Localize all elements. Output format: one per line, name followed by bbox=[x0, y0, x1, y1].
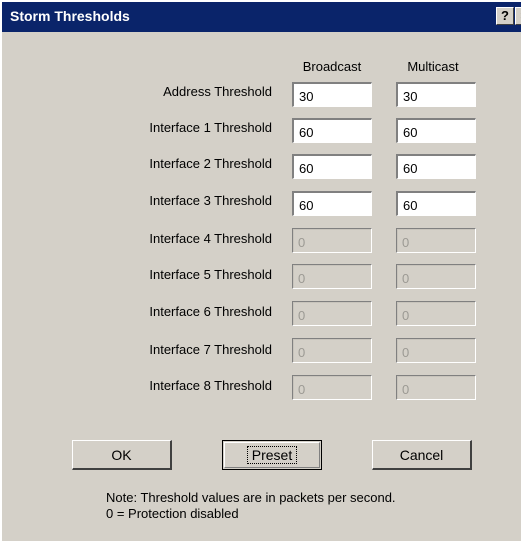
interface-4-threshold-label: Interface 4 Threshold bbox=[149, 231, 272, 246]
address-broadcast-input[interactable] bbox=[292, 82, 372, 107]
window-title: Storm Thresholds bbox=[10, 8, 130, 24]
address-multicast-input[interactable] bbox=[396, 82, 476, 107]
interface-4-multicast-input bbox=[396, 228, 476, 253]
preset-button-face: Preset bbox=[224, 442, 320, 468]
question-mark-icon: ? bbox=[501, 8, 509, 23]
interface-6-threshold-label: Interface 6 Threshold bbox=[149, 304, 272, 319]
ok-button[interactable]: OK bbox=[72, 440, 172, 470]
interface-6-broadcast-input bbox=[292, 301, 372, 326]
address-threshold-label: Address Threshold bbox=[163, 84, 272, 99]
interface-2-threshold-label: Interface 2 Threshold bbox=[149, 156, 272, 171]
interface-4-broadcast-input bbox=[292, 228, 372, 253]
interface-1-multicast-input[interactable] bbox=[396, 118, 476, 143]
interface-5-threshold-label: Interface 5 Threshold bbox=[149, 267, 272, 282]
title-bar[interactable]: Storm Thresholds ? × bbox=[2, 2, 521, 32]
interface-3-broadcast-input[interactable] bbox=[292, 191, 372, 216]
interface-3-threshold-label: Interface 3 Threshold bbox=[149, 193, 272, 208]
interface-7-multicast-input bbox=[396, 338, 476, 363]
interface-5-multicast-input bbox=[396, 264, 476, 289]
interface-3-multicast-input[interactable] bbox=[396, 191, 476, 216]
note-line-1: Note: Threshold values are in packets pe… bbox=[106, 490, 396, 505]
interface-8-multicast-input bbox=[396, 375, 476, 400]
interface-7-threshold-label: Interface 7 Threshold bbox=[149, 342, 272, 357]
note-line-2: 0 = Protection disabled bbox=[106, 506, 239, 521]
preset-button-label: Preset bbox=[246, 446, 298, 464]
interface-8-threshold-label: Interface 8 Threshold bbox=[149, 378, 272, 393]
interface-2-multicast-input[interactable] bbox=[396, 154, 476, 179]
interface-6-multicast-input bbox=[396, 301, 476, 326]
preset-button[interactable]: Preset bbox=[222, 440, 322, 470]
close-button[interactable]: × bbox=[515, 7, 521, 25]
interface-8-broadcast-input bbox=[292, 375, 372, 400]
storm-thresholds-dialog: Storm Thresholds ? × Broadcast Multicast… bbox=[0, 0, 521, 541]
cancel-button[interactable]: Cancel bbox=[372, 440, 472, 470]
help-button[interactable]: ? bbox=[496, 7, 514, 25]
interface-1-broadcast-input[interactable] bbox=[292, 118, 372, 143]
multicast-column-header: Multicast bbox=[407, 59, 459, 74]
interface-5-broadcast-input bbox=[292, 264, 372, 289]
broadcast-column-header: Broadcast bbox=[302, 59, 362, 74]
interface-1-threshold-label: Interface 1 Threshold bbox=[149, 120, 272, 135]
interface-7-broadcast-input bbox=[292, 338, 372, 363]
interface-2-broadcast-input[interactable] bbox=[292, 154, 372, 179]
